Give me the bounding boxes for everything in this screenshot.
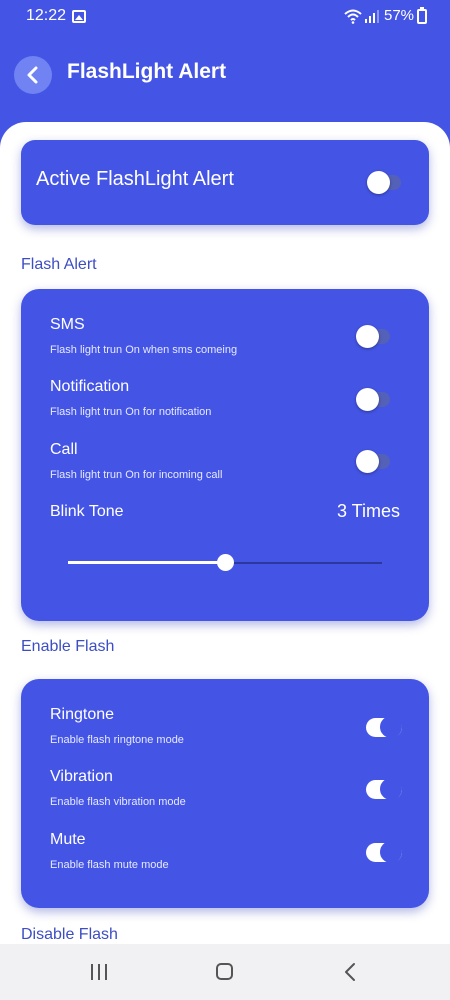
vibration-subtitle: Enable flash vibration mode (50, 796, 186, 808)
active-alert-card: Active FlashLight Alert (21, 140, 429, 225)
slider-thumb[interactable] (217, 554, 234, 571)
home-icon[interactable] (216, 963, 233, 980)
notification-title: Notification (50, 378, 130, 395)
content-sheet: Active FlashLight Alert Flash Alert SMS … (0, 122, 450, 1000)
switch-knob (367, 171, 390, 194)
call-switch[interactable] (356, 450, 396, 473)
status-time: 12:22 (26, 7, 67, 24)
active-alert-switch[interactable] (367, 171, 407, 194)
battery-charging-icon (417, 7, 427, 24)
switch-knob (380, 778, 402, 800)
blink-tone-slider[interactable] (68, 553, 382, 573)
call-subtitle: Flash light trun On for incoming call (50, 469, 223, 481)
system-nav-bar (0, 944, 450, 1000)
battery-percent: 57% (384, 7, 415, 24)
chevron-left-icon (27, 66, 38, 84)
switch-knob (356, 388, 379, 411)
back-button[interactable] (14, 56, 52, 94)
mute-switch[interactable] (366, 841, 404, 864)
mute-title: Mute (50, 831, 86, 848)
active-alert-label: Active FlashLight Alert (36, 168, 234, 190)
wifi-icon (344, 9, 362, 24)
enable-flash-card: Ringtone Enable flash ringtone mode Vibr… (21, 679, 429, 908)
vibration-title: Vibration (50, 768, 113, 785)
status-bar: 12:22 57% (0, 0, 450, 34)
flash-alert-card: SMS Flash light trun On when sms comeing… (21, 289, 429, 621)
notification-switch[interactable] (356, 388, 396, 411)
switch-knob (380, 841, 402, 863)
slider-fill (68, 561, 225, 564)
sms-switch[interactable] (356, 325, 396, 348)
blink-tone-label: Blink Tone (50, 503, 124, 520)
image-icon (72, 10, 86, 23)
signal-icon (365, 10, 379, 23)
ringtone-switch[interactable] (366, 716, 404, 739)
notification-subtitle: Flash light trun On for notification (50, 406, 212, 418)
blink-tone-value: 3 Times (336, 501, 400, 521)
switch-knob (356, 450, 379, 473)
app-header: FlashLight Alert (0, 34, 450, 124)
call-title: Call (50, 441, 78, 458)
disable-flash-section-title: Disable Flash (21, 926, 118, 943)
ringtone-subtitle: Enable flash ringtone mode (50, 734, 184, 746)
switch-knob (380, 716, 402, 738)
back-icon[interactable] (343, 962, 357, 982)
enable-flash-section-title: Enable Flash (21, 638, 115, 655)
vibration-switch[interactable] (366, 778, 404, 801)
sms-title: SMS (50, 316, 85, 333)
sms-subtitle: Flash light trun On when sms comeing (50, 344, 238, 356)
page-title: FlashLight Alert (67, 60, 227, 83)
mute-subtitle: Enable flash mute mode (50, 859, 169, 871)
switch-knob (356, 325, 379, 348)
recents-icon[interactable] (89, 963, 109, 981)
flash-alert-section-title: Flash Alert (21, 256, 97, 273)
ringtone-title: Ringtone (50, 706, 115, 723)
